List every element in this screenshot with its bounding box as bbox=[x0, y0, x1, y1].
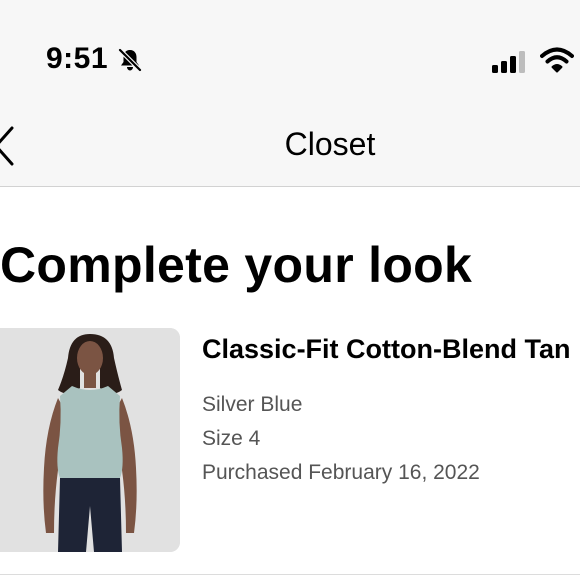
bell-slash-icon bbox=[116, 46, 144, 74]
cellular-signal-icon bbox=[492, 50, 530, 74]
section-heading: Complete your look bbox=[0, 237, 473, 293]
navigation-bar: Closet bbox=[0, 110, 580, 187]
product-color: Silver Blue bbox=[202, 393, 303, 416]
product-image[interactable] bbox=[0, 328, 180, 552]
product-size: Size 4 bbox=[202, 427, 261, 450]
wifi-icon bbox=[540, 46, 574, 74]
divider bbox=[0, 574, 580, 575]
page-title: Closet bbox=[284, 126, 376, 162]
status-time: 9:51 bbox=[46, 42, 109, 75]
product-name[interactable]: Classic-Fit Cotton-Blend Tan bbox=[202, 334, 571, 365]
status-bar: 9:51 bbox=[0, 0, 580, 110]
product-purchase-date: Purchased February 16, 2022 bbox=[202, 461, 480, 484]
